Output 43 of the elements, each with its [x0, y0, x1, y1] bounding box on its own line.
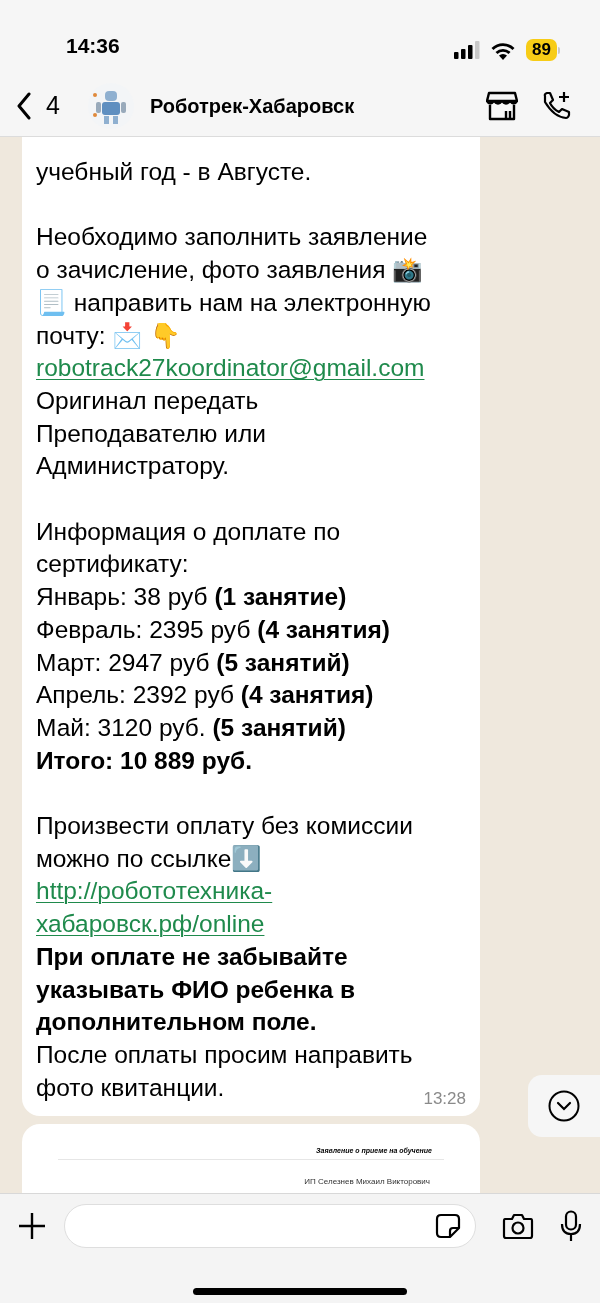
microphone-icon[interactable] — [560, 1210, 582, 1242]
message-text: о зачисление, фото заявления 📸 — [36, 256, 424, 284]
battery-badge: 89 — [526, 39, 557, 61]
message-text: Март: 2947 руб (5 занятий) — [36, 648, 350, 676]
camera-icon[interactable] — [502, 1212, 534, 1240]
message-text: Произвести оплату без комиссии — [36, 812, 413, 839]
back-icon — [16, 91, 32, 120]
sticker-icon[interactable] — [435, 1213, 461, 1239]
message-text: Преподавателю или — [36, 419, 266, 447]
message-text: При оплате не забывайте — [36, 942, 348, 970]
message-text: учебный год - в Августе. — [36, 158, 312, 185]
message-text: можно по ссылке⬇ — [36, 844, 263, 872]
chat-title[interactable]: Роботрек-Хабаровск — [149, 90, 355, 121]
document-text: ИП Селезнев Михаил Викторович — [304, 1175, 430, 1188]
message-text: дополнительном поле. — [36, 1008, 317, 1036]
plus-icon[interactable] — [18, 1212, 46, 1240]
message-text: сертификату: — [36, 550, 189, 578]
message-text: Администратору. — [36, 452, 230, 480]
message-text: 📃 направить нам на электронную — [36, 288, 431, 316]
message-text: Январь: 38 руб (1 занятие) — [36, 583, 347, 611]
store-icon[interactable] — [486, 90, 518, 121]
signal-icon — [454, 41, 481, 59]
message-text: После оплаты просим направить — [36, 1040, 413, 1068]
message-input-field[interactable] — [64, 1204, 476, 1248]
message-link[interactable]: http://робототехника- — [36, 877, 273, 905]
message-link[interactable]: хабаровск.рф/online — [36, 910, 265, 938]
message-text: Апрель: 2392 руб (4 занятия) — [36, 681, 374, 709]
message-text: Май: 3120 руб. (5 занятий) — [36, 713, 346, 741]
message-text: фото квитанции. — [36, 1073, 225, 1101]
back-button[interactable]: 4 — [16, 86, 60, 125]
message-time: 13:28 — [423, 1088, 466, 1111]
scroll-down-button[interactable] — [528, 1075, 600, 1137]
wifi-icon — [490, 40, 517, 60]
message-text: указывать ФИО ребенка в — [36, 975, 356, 1003]
message-text: Февраль: 2395 руб (4 занятия) — [36, 615, 390, 643]
message-text: почту: 📩 👇 — [36, 321, 182, 349]
chevron-down-icon — [548, 1090, 580, 1122]
status-time: 14:36 — [66, 32, 120, 59]
message-text: Итого: 10 889 руб. — [36, 746, 252, 774]
message-text: Оригинал передать — [36, 386, 259, 414]
message-link[interactable]: robotrack27koordinator@gmail.com — [36, 354, 425, 382]
message-text: Необходимо заполнить заявление — [36, 223, 428, 251]
message-text: Информация о доплате по — [36, 517, 341, 545]
